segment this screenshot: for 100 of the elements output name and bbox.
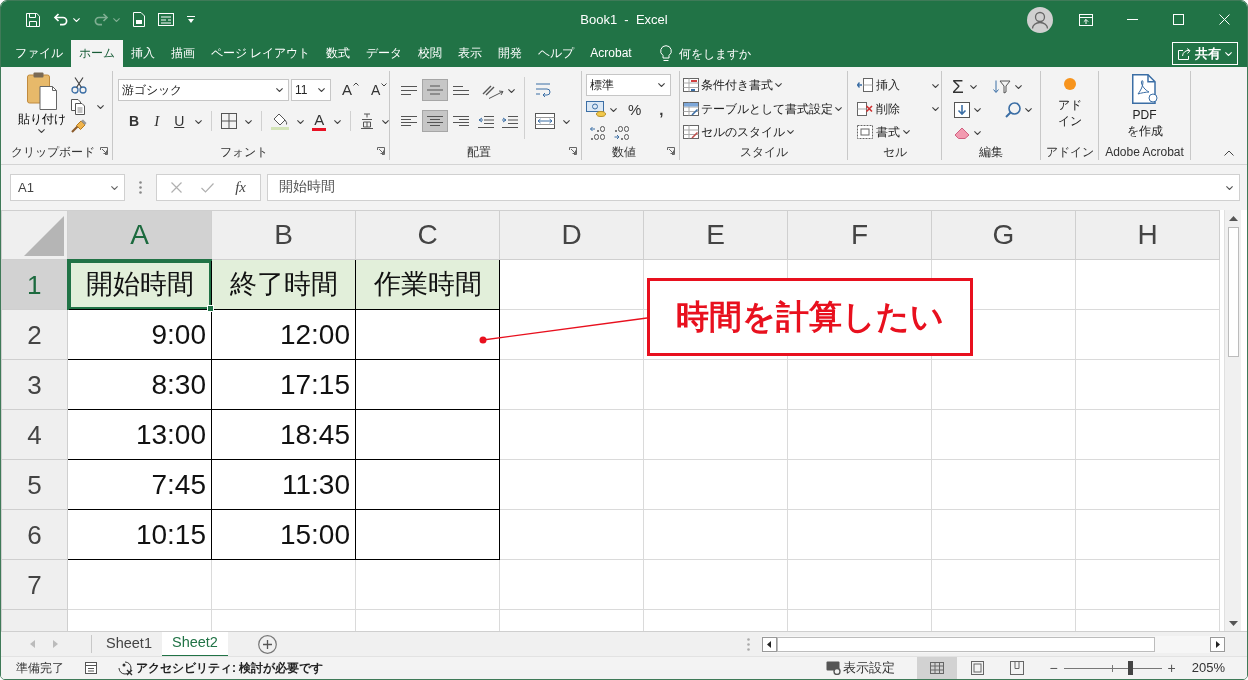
insert-cells-button[interactable]: 挿入	[856, 74, 940, 96]
italic-button[interactable]: I	[151, 110, 163, 132]
more-icon[interactable]	[139, 181, 142, 194]
ribbon-tab[interactable]: 挿入	[123, 40, 163, 67]
align-top-icon[interactable]	[401, 85, 417, 95]
normal-view-icon[interactable]	[917, 657, 958, 679]
align-bottom-icon[interactable]	[453, 85, 469, 95]
scrollbar-thumb[interactable]	[777, 636, 1155, 652]
add-ins-button[interactable]: アドイン	[1054, 71, 1085, 143]
align-center-icon[interactable]	[422, 110, 448, 132]
borders-icon[interactable]	[221, 113, 238, 129]
page-layout-icon[interactable]	[970, 661, 984, 675]
phonetic-guide-icon[interactable]	[360, 113, 375, 129]
column-header[interactable]: B	[211, 210, 356, 260]
caret-icon[interactable]	[318, 88, 325, 92]
table-cell[interactable]: 18:45	[211, 409, 356, 460]
ribbon-tab[interactable]: ホーム	[71, 40, 123, 67]
caret-icon[interactable]	[334, 119, 342, 124]
table-cell[interactable]: 12:00	[211, 309, 356, 360]
caret-icon[interactable]	[1014, 84, 1022, 89]
share-button[interactable]: 共有	[1172, 42, 1238, 65]
zoom-out-button[interactable]: −	[1045, 661, 1062, 675]
font-size-dropdown[interactable]: 11	[291, 79, 331, 101]
caret-icon[interactable]	[835, 106, 842, 111]
font-name-dropdown[interactable]: 游ゴシック	[118, 79, 289, 101]
bold-button[interactable]: B	[126, 110, 143, 132]
customize-icon[interactable]	[187, 16, 195, 23]
minimize-icon[interactable]	[1126, 19, 1138, 20]
ribbon-tab[interactable]: ヘルプ	[530, 40, 583, 67]
ribbon-tab[interactable]: 校閲	[410, 40, 451, 67]
row-header[interactable]: 4	[1, 409, 68, 460]
display-settings-button[interactable]: 表示設定	[826, 658, 896, 678]
shrink-font-button[interactable]: A	[368, 79, 391, 101]
table-cell[interactable]: 作業時間	[355, 259, 500, 310]
scissors-icon[interactable]	[70, 77, 87, 94]
caret-icon[interactable]	[563, 119, 570, 124]
horizontal-scrollbar[interactable]	[762, 635, 1225, 653]
table-cell[interactable]: 7:45	[67, 459, 212, 510]
paintbrush-icon[interactable]	[70, 119, 87, 133]
dialog-launcher-icon[interactable]	[100, 147, 108, 155]
dialog-launcher-icon[interactable]	[569, 147, 577, 155]
caret-icon[interactable]	[382, 119, 390, 124]
ribbon-tab[interactable]: 表示	[450, 40, 491, 67]
autosum-button[interactable]: Σ	[950, 75, 966, 97]
create-pdf-button[interactable]: PDF を作成	[1120, 71, 1169, 143]
scroll-left-icon[interactable]	[762, 636, 777, 652]
sheet-tab[interactable]: Sheet1	[96, 631, 162, 657]
row-header[interactable]: 6	[1, 509, 68, 560]
ribbon-display-icon[interactable]	[1079, 13, 1093, 26]
table-cell[interactable]	[355, 509, 500, 560]
form-icon[interactable]	[158, 13, 174, 26]
paint-bucket-icon[interactable]	[271, 112, 290, 130]
format-as-table-button[interactable]: テーブルとして書式設定	[682, 97, 843, 120]
increase-indent-icon[interactable]	[502, 115, 518, 128]
scroll-up-icon[interactable]	[1228, 216, 1238, 221]
align-right-icon[interactable]	[453, 116, 469, 126]
formula-input[interactable]: 開始時間	[267, 174, 1240, 201]
table-cell[interactable]: 9:00	[67, 309, 212, 360]
accounting-format-icon[interactable]	[586, 101, 606, 117]
table-cell[interactable]	[355, 459, 500, 510]
table-cell[interactable]: 13:00	[67, 409, 212, 460]
column-header[interactable]: A	[67, 210, 212, 260]
collapse-ribbon-icon[interactable]	[1224, 150, 1234, 156]
row-header[interactable]: 3	[1, 359, 68, 410]
scroll-right-icon[interactable]	[1210, 636, 1225, 652]
name-box[interactable]: A1	[10, 174, 125, 201]
grow-font-button[interactable]: A	[339, 79, 362, 101]
ribbon-tab[interactable]: ページ レイアウト	[203, 40, 319, 67]
zoom-in-button[interactable]: +	[1163, 661, 1180, 675]
ribbon-tab[interactable]: 描画	[163, 40, 203, 67]
caret-icon[interactable]	[903, 130, 910, 135]
decrease-indent-icon[interactable]	[478, 115, 494, 128]
wrap-text-icon[interactable]	[535, 82, 551, 98]
fill-handle[interactable]	[207, 305, 214, 312]
scroll-down-icon[interactable]	[1228, 621, 1238, 626]
macro-record-icon[interactable]	[85, 662, 97, 674]
comma-style-button[interactable]: ,	[656, 98, 667, 120]
tell-me-search[interactable]: 何をしますか	[653, 40, 757, 67]
caret-icon[interactable]	[508, 88, 515, 93]
caret-icon[interactable]	[932, 107, 939, 112]
table-cell[interactable]: 8:30	[67, 359, 212, 410]
close-icon[interactable]	[1218, 14, 1230, 25]
caret-icon[interactable]	[775, 82, 782, 87]
dialog-launcher-icon[interactable]	[377, 147, 385, 155]
save-icon[interactable]	[26, 12, 40, 27]
conditional-formatting-button[interactable]: 条件付き書式	[682, 74, 843, 96]
merge-cells-icon[interactable]	[535, 113, 555, 129]
decrease-decimal-icon[interactable]	[614, 126, 630, 141]
row-header[interactable]: 7	[1, 559, 68, 610]
column-header[interactable]: E	[643, 210, 788, 260]
ribbon-tab[interactable]: 数式	[318, 40, 359, 67]
table-cell[interactable]: 11:30	[211, 459, 356, 510]
ribbon-tab[interactable]: Acrobat	[582, 40, 640, 67]
cell-styles-button[interactable]: セルのスタイル	[682, 121, 843, 143]
table-cell[interactable]: 17:15	[211, 359, 356, 410]
insert-function-button[interactable]: fx	[233, 176, 248, 199]
row-header[interactable]: 1	[1, 259, 68, 310]
row-header[interactable]: 5	[1, 459, 68, 510]
ribbon-tab[interactable]: 開発	[490, 40, 531, 67]
column-header[interactable]: H	[1075, 210, 1220, 260]
